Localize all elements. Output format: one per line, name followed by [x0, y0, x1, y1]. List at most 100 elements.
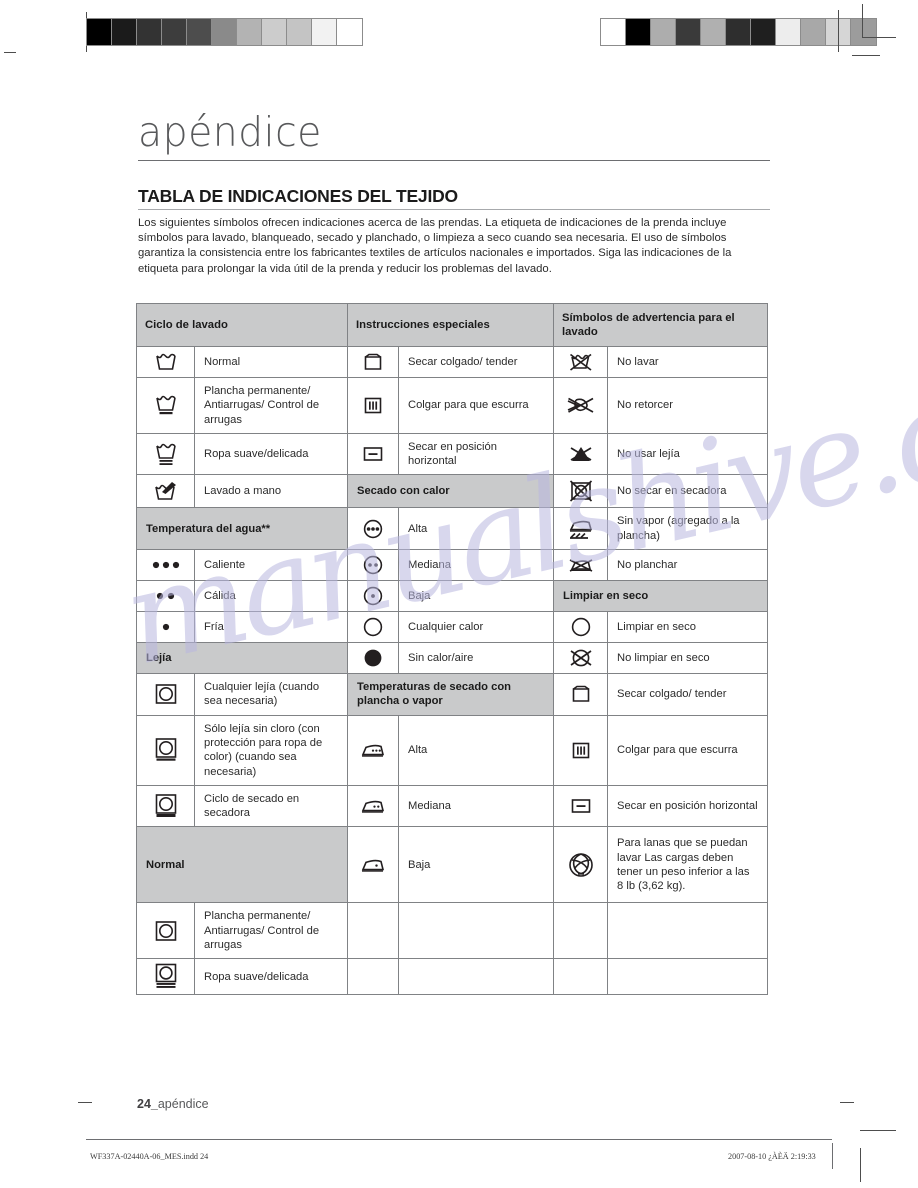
iron-one-dot-icon [347, 826, 399, 904]
table-label-cell: No lavar [607, 346, 768, 378]
crop-mark-footer-left [78, 1102, 92, 1103]
page-folio: 24_apéndice [137, 1097, 209, 1111]
iron-two-dots-icon [347, 784, 399, 828]
table-label-cell: Plancha permanente/ Antiarrugas/ Control… [194, 377, 348, 434]
crop-mark-footer-right [840, 1102, 854, 1103]
color-swatch [751, 19, 776, 45]
table-header-instrucciones-especiales: Instrucciones especiales [347, 303, 554, 347]
table-label-cell: Mediana [398, 549, 554, 582]
dryer-icon [136, 902, 195, 960]
table-header-ciclo-de-lavado: Ciclo de lavado [136, 303, 348, 347]
crop-mark-footer-horizontal [860, 1130, 896, 1131]
table-label-cell: No limpiar en seco [607, 642, 768, 675]
crop-mark-right-vertical [838, 10, 839, 52]
color-swatch [287, 19, 312, 45]
table-label-cell: Caliente [194, 549, 348, 582]
registration-marks-top [0, 0, 918, 70]
do-not-tumble-dry-icon [553, 474, 608, 509]
iron-three-dots-icon [347, 714, 399, 786]
table-subheader-cell: Lejía [136, 642, 348, 675]
table-subheader-cell: Temperaturas de secado con plancha o vap… [347, 673, 554, 716]
circle-one-dot-icon [347, 580, 399, 613]
color-swatch [137, 19, 162, 45]
hang-to-dry-icon [553, 714, 608, 786]
dry-flat-icon [347, 432, 399, 476]
drip-dry-icon [347, 346, 399, 378]
table-label-cell: Cualquier calor [398, 611, 554, 644]
table-label-cell [607, 958, 768, 996]
color-swatch [262, 19, 287, 45]
footer-file-id: WF337A-02440A-06_MES.indd 24 [90, 1152, 209, 1161]
table-label-cell: Cualquier lejía (cuando sea necesaria) [194, 673, 348, 716]
table-row: Plancha permanente/ Antiarrugas/ Control… [136, 902, 768, 960]
color-swatch [801, 19, 826, 45]
table-row: Normal Secar colgado/ tender No lavar [136, 346, 768, 378]
folio-number: 24_ [137, 1097, 158, 1111]
circle-filled-icon [347, 642, 399, 675]
table-label-cell: No usar lejía [607, 432, 768, 476]
table-subheader-cell: Secado con calor [347, 474, 554, 509]
hand-wash-icon [136, 474, 195, 509]
table-label-cell: No planchar [607, 549, 768, 582]
title-divider [138, 160, 770, 161]
wash-tub-one-bar-icon [136, 377, 195, 434]
table-row: Ropa suave/delicada Secar en posición hor… [136, 432, 768, 476]
table-label-cell: Cálida [194, 580, 348, 613]
table-subheader-cell: Normal [136, 826, 348, 904]
table-row: Caliente Mediana No planchar [136, 549, 768, 582]
do-not-bleach-icon [553, 432, 608, 476]
table-label-cell: Fría [194, 611, 348, 644]
color-swatch [651, 19, 676, 45]
dryer-two-bar-icon [136, 958, 195, 996]
color-swatch [851, 19, 876, 45]
empty-symbol-cell [347, 958, 399, 996]
circle-two-dots-icon [347, 549, 399, 582]
color-swatch [776, 19, 801, 45]
table-label-cell: Plancha permanente/ Antiarrugas/ Control… [194, 902, 348, 960]
color-swatch [701, 19, 726, 45]
table-header-row: Ciclo de lavado Instrucciones especiales S… [136, 303, 768, 347]
table-row: Temperatura del agua** Alta Sin vapor (agr… [136, 507, 768, 551]
dryer-icon [136, 673, 195, 716]
footer-divider [86, 1139, 832, 1140]
table-label-cell: Ropa suave/delicada [194, 432, 348, 476]
table-label-cell: Baja [398, 580, 554, 613]
drip-dry-icon [553, 673, 608, 716]
page-title: apéndice [138, 108, 322, 156]
wash-tub-icon [136, 346, 195, 378]
no-steam-icon [553, 507, 608, 551]
color-calibration-bar-right [600, 18, 877, 46]
table-label-cell [607, 902, 768, 960]
section-heading: TABLA DE INDICACIONES DEL TEJIDO [138, 186, 458, 206]
table-label-cell: Alta [398, 507, 554, 551]
table-label-cell: Ciclo de secado en secadora [194, 784, 348, 828]
circle-three-dots-icon [347, 507, 399, 551]
chapter-title-block: apéndice [138, 108, 770, 161]
document-page: apéndice TABLA DE INDICACIONES DEL TEJID… [0, 0, 918, 1188]
three-dots-icon [136, 549, 195, 582]
table-label-cell: Colgar para que escurra [398, 377, 554, 434]
table-label-cell: Secar colgado/ tender [607, 673, 768, 716]
one-dot-icon [136, 611, 195, 644]
empty-symbol-cell [553, 902, 608, 960]
crop-mark-corner-vertical [862, 4, 863, 38]
empty-symbol-cell [553, 958, 608, 996]
color-swatch [337, 19, 362, 45]
dryer-one-bar-icon [136, 714, 195, 786]
two-dots-icon [136, 580, 195, 613]
table-label-cell: Secar en posición horizontal [607, 784, 768, 828]
table-label-cell: Sólo lejía sin cloro (con protección par… [194, 714, 348, 786]
dryer-bold-bar-icon [136, 784, 195, 828]
table-row: Normal Baja Para lanas que se puedan lavar… [136, 826, 768, 904]
table-label-cell [398, 958, 554, 996]
fabric-care-table: Ciclo de lavado Instrucciones especiales S… [136, 303, 768, 996]
table-row: Sólo lejía sin cloro (con protección par… [136, 714, 768, 786]
table-subheader-cell: Temperatura del agua** [136, 507, 348, 551]
table-row: Lejía Sin calor/aire No limpiar en seco [136, 642, 768, 675]
table-label-cell: Mediana [398, 784, 554, 828]
fabric-care-table-body: Ciclo de lavado Instrucciones especiales S… [136, 303, 768, 996]
table-label-cell: Limpiar en seco [607, 611, 768, 644]
table-label-cell: No retorcer [607, 377, 768, 434]
color-swatch [626, 19, 651, 45]
crop-mark-far-left [4, 52, 16, 53]
